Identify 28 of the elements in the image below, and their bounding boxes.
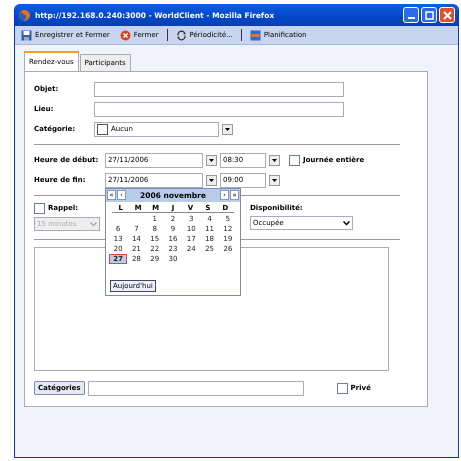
checkbox[interactable]: [34, 202, 45, 214]
close-icon: [442, 10, 452, 20]
minimize-icon: [408, 16, 414, 18]
refresh-icon: [176, 30, 187, 40]
minimize-button[interactable]: [403, 7, 419, 23]
checkbox[interactable]: [336, 382, 348, 394]
maximize-icon: [424, 10, 434, 20]
dropdown-button[interactable]: [222, 124, 233, 134]
caret-icon: [272, 158, 277, 162]
dropdown-button[interactable]: [269, 154, 280, 166]
categories-field[interactable]: [88, 380, 304, 396]
caret-icon: [209, 178, 214, 182]
checkbox[interactable]: [289, 154, 300, 166]
dropdown-button[interactable]: [206, 154, 217, 166]
close-icon: [120, 30, 131, 40]
caret-icon: [225, 128, 230, 130]
dropdown-button[interactable]: [206, 174, 217, 186]
close-button[interactable]: [439, 7, 455, 23]
chevron-down-icon: [90, 222, 97, 226]
maximize-button[interactable]: [421, 7, 437, 23]
location-field[interactable]: [94, 102, 344, 116]
dropdown-button[interactable]: [269, 174, 280, 186]
subject-field[interactable]: [94, 82, 344, 96]
caret-icon: [272, 178, 277, 182]
caret-icon: [209, 158, 214, 162]
schedule-icon: [250, 30, 261, 40]
chevron-down-icon: [343, 220, 350, 226]
globe-icon: [18, 8, 31, 22]
